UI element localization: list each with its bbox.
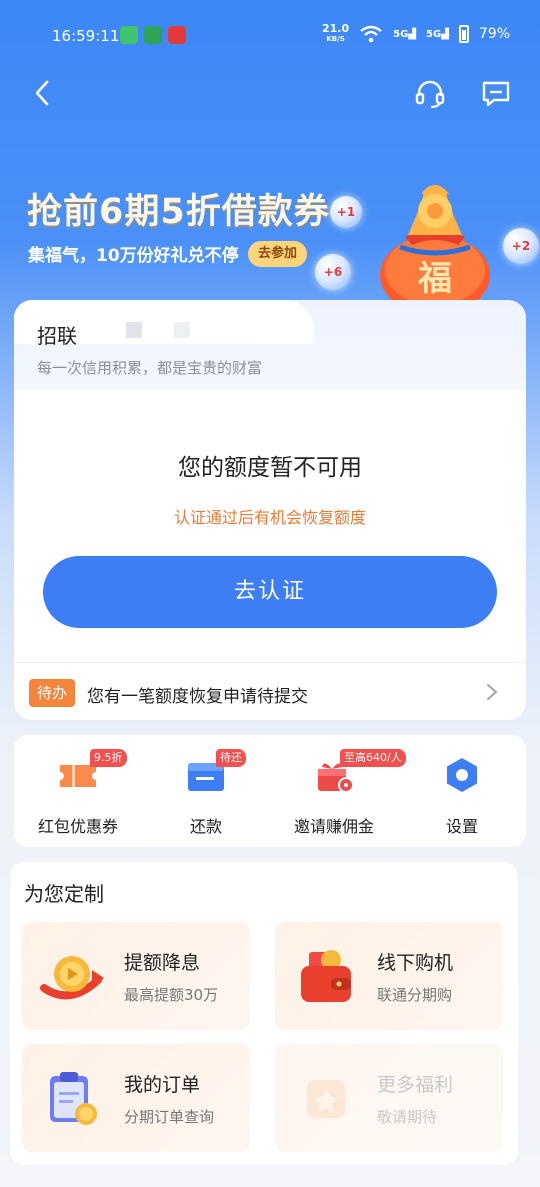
tile-subtitle: 敬请期待	[377, 1108, 438, 1126]
headset-icon[interactable]	[414, 78, 446, 110]
verify-button[interactable]: 去认证	[43, 556, 497, 628]
battery-icon	[458, 25, 469, 43]
tile-title: 更多福利	[377, 1074, 454, 1096]
tile-my-orders[interactable]: 我的订单 分期订单查询	[22, 1044, 250, 1152]
quota-status-title: 您的额度暂不可用	[178, 455, 362, 481]
customize-title: 为您定制	[24, 882, 104, 906]
credit-card: 招联 每一次信用积累，都是宝贵的财富 您的额度暂不可用 认证通过后有机会恢复额度…	[14, 300, 526, 720]
tile-subtitle: 分期订单查询	[124, 1108, 215, 1126]
tile-more-benefits: 更多福利 敬请期待	[275, 1044, 503, 1152]
privacy-mask	[126, 322, 142, 338]
wifi-icon	[360, 25, 382, 43]
status-time: 16:59:11	[52, 27, 120, 45]
shortcut-coupon[interactable]: 9.5折 红包优惠券	[14, 735, 142, 847]
signal-5g-2: 5G▟	[426, 28, 449, 40]
tile-subtitle: 最高提额30万	[124, 986, 219, 1004]
lucky-bag-icon[interactable]: 福	[370, 175, 500, 315]
card-slogan: 每一次信用积累，都是宝贵的财富	[37, 359, 263, 377]
join-button[interactable]: 去参加	[248, 241, 308, 267]
shortcut-label: 设置	[445, 817, 478, 836]
customize-section: 为您定制 提额降息 最高提额30万 线下购机 联通分期购 我的订单 分期订单查询…	[10, 862, 518, 1165]
repay-badge: 待还	[216, 749, 246, 767]
bubble-plus1: +1	[330, 196, 362, 228]
wallet-icon	[301, 950, 351, 1002]
gear-icon	[447, 758, 477, 792]
coupon-badge: 9.5折	[90, 749, 127, 767]
coin-arrow-icon	[40, 956, 104, 1000]
todo-tag: 待办	[29, 679, 76, 707]
quota-status-hint: 认证通过后有机会恢复额度	[173, 508, 366, 527]
shortcut-label: 红包优惠券	[37, 817, 118, 836]
shortcut-settings[interactable]: 设置	[398, 735, 526, 847]
todo-row[interactable]: 待办 您有一笔额度恢复申请待提交	[14, 662, 526, 720]
shortcut-invite[interactable]: 至高640/人 邀请赚佣金	[270, 735, 406, 847]
chevron-right-icon	[487, 684, 498, 700]
shortcut-label: 还款	[189, 817, 222, 836]
signal-5g-1: 5G▟	[393, 28, 416, 40]
invite-badge: 至高640/人	[340, 749, 406, 767]
tile-raise-limit[interactable]: 提额降息 最高提额30万	[22, 922, 250, 1030]
tile-title: 线下购机	[377, 952, 454, 974]
message-app-icon	[120, 26, 138, 44]
privacy-mask	[174, 322, 190, 338]
status-bar: 16:59:11 21.0 KB/S 5G▟ 5G▟ 79%	[0, 0, 540, 72]
fu-character: 福	[417, 259, 452, 299]
bubble-plus6: +6	[315, 254, 351, 290]
star-icon	[307, 1080, 345, 1118]
message-icon[interactable]	[480, 78, 512, 110]
shortcut-bar: 9.5折 红包优惠券 待还 还款 至高640/人 邀请赚佣金 设置	[14, 735, 526, 847]
battery-level: 79%	[478, 26, 510, 42]
shortcut-label: 邀请赚佣金	[293, 817, 374, 836]
cmb-app-icon	[168, 26, 186, 44]
network-speed: 21.0 KB/S	[321, 22, 350, 43]
tile-offline-phone[interactable]: 线下购机 联通分期购	[275, 922, 503, 1030]
bubble-plus2: +2	[503, 228, 539, 264]
todo-text: 您有一笔额度恢复申请待提交	[87, 687, 308, 707]
bank-app-icon	[144, 26, 162, 44]
tile-subtitle: 联通分期购	[377, 986, 453, 1004]
banner-title[interactable]: 抢前6期5折借款券	[27, 183, 330, 234]
chevron-left-icon[interactable]	[28, 78, 58, 108]
card-name: 招联	[37, 324, 77, 348]
clipboard-icon	[50, 1072, 97, 1125]
shortcut-repay[interactable]: 待还 还款	[142, 735, 270, 847]
tile-title: 我的订单	[124, 1074, 201, 1096]
banner-subtitle: 集福气，10万份好礼兑不停	[28, 246, 239, 266]
tile-title: 提额降息	[124, 952, 201, 974]
